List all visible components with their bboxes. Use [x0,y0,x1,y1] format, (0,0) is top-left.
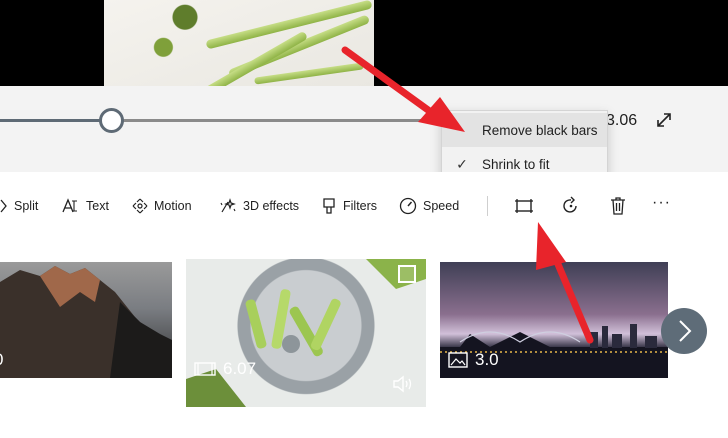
video-preview [0,0,728,86]
clip-thumbnail [186,259,426,407]
split-button[interactable]: Split [0,197,38,215]
storyboard-next-button[interactable] [661,308,707,354]
speed-icon [399,197,417,215]
playback-bar: 3.06 [0,86,728,172]
menu-item-label: Remove black bars [482,122,598,138]
more-options-button[interactable]: ··· [652,194,671,212]
checkmark-icon: ✓ [456,155,468,172]
speed-label: Speed [423,199,460,213]
motion-icon [132,198,148,214]
clip-select-checkbox[interactable] [398,265,416,283]
rotate-icon[interactable] [561,196,581,216]
seek-thumb[interactable] [99,108,124,133]
clip-duration-label: 6.07 [194,359,256,379]
3d-effects-label: 3D effects [243,199,300,213]
3d-effects-button[interactable]: 3D effects [219,197,299,215]
text-icon [62,198,77,213]
motion-label: Motion [154,199,192,213]
3d-effects-icon [220,198,236,213]
video-clip-icon [194,362,216,376]
chevron-right-icon [679,320,692,342]
seek-track-played [0,119,110,122]
clip-duration: 6.07 [223,359,257,378]
menu-item-remove-black-bars[interactable]: Remove black bars [442,113,607,147]
text-label: Text [86,199,109,213]
text-button[interactable]: Text [62,197,109,215]
volume-icon[interactable] [392,375,414,393]
editing-toolbar: Split Text Motion 3D effects Filters Spe… [0,172,728,238]
image-clip-icon [448,352,468,368]
storyboard-clip-2[interactable]: 6.07 [186,259,426,407]
storyboard-clip-partial [710,262,728,378]
menu-item-label: Shrink to fit [482,156,550,172]
filters-button[interactable]: Filters [321,197,377,215]
resize-icon[interactable] [514,196,534,216]
clip-duration: 0 [0,350,3,370]
storyboard: 0 6.07 [0,238,728,438]
expand-icon[interactable] [654,110,674,130]
speed-button[interactable]: Speed [399,197,459,215]
clip-thumbnail [0,266,172,378]
preview-frame-image [104,0,374,86]
clip-duration: 3.0 [475,350,499,369]
split-label: Split [14,199,39,213]
trash-icon[interactable] [608,196,628,216]
motion-button[interactable]: Motion [132,197,192,215]
filters-label: Filters [343,199,378,213]
split-icon [0,199,7,213]
storyboard-clip-3[interactable]: 3.0 [440,262,668,378]
filters-icon [323,197,335,214]
end-time: 3.06 [606,112,638,129]
toolbar-separator [487,196,488,216]
clip-duration-label: 3.0 [448,350,499,370]
storyboard-clip-1[interactable]: 0 [0,262,172,378]
